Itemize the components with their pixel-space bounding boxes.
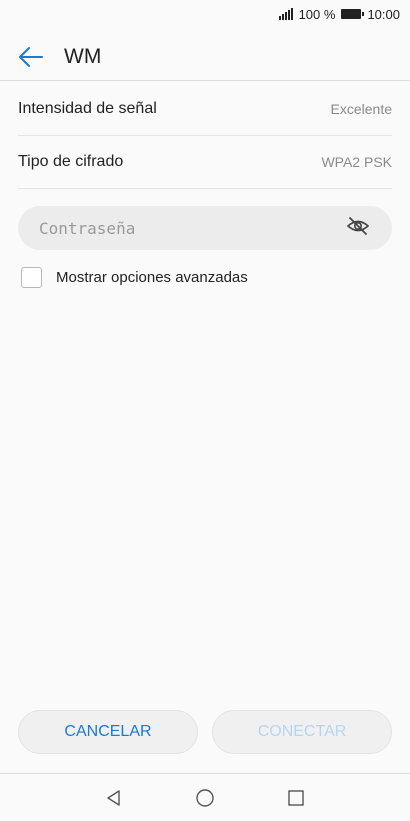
status-time: 10:00 (367, 6, 400, 22)
status-bar: 100 % 10:00 (0, 0, 410, 28)
eye-off-icon[interactable] (346, 216, 370, 241)
encryption-row: Tipo de cifrado WPA2 PSK (18, 135, 392, 189)
arrow-left-icon[interactable] (18, 44, 44, 70)
password-field[interactable] (18, 206, 392, 250)
signal-icon (278, 8, 293, 20)
advanced-options-row[interactable]: Mostrar opciones avanzadas (21, 267, 248, 288)
page-title: WM (64, 45, 102, 68)
advanced-options-label: Mostrar opciones avanzadas (56, 269, 248, 286)
encryption-label: Tipo de cifrado (18, 152, 124, 170)
encryption-value: WPA2 PSK (321, 153, 392, 170)
connect-button[interactable]: CONECTAR (212, 710, 392, 754)
password-input[interactable] (37, 217, 321, 239)
triangle-back-icon[interactable] (69, 789, 160, 807)
signal-strength-value: Excelente (330, 100, 392, 117)
signal-strength-label: Intensidad de señal (18, 99, 157, 117)
signal-strength-row: Intensidad de señal Excelente (18, 82, 392, 136)
circle-home-icon[interactable] (160, 788, 251, 808)
app-bar: WM (0, 34, 410, 81)
cancel-button[interactable]: CANCELAR (18, 710, 198, 754)
advanced-options-checkbox[interactable] (21, 267, 42, 288)
square-recents-icon[interactable] (251, 789, 342, 807)
battery-percent: 100 % (298, 6, 336, 22)
navigation-bar (0, 773, 410, 821)
battery-icon (341, 9, 365, 19)
